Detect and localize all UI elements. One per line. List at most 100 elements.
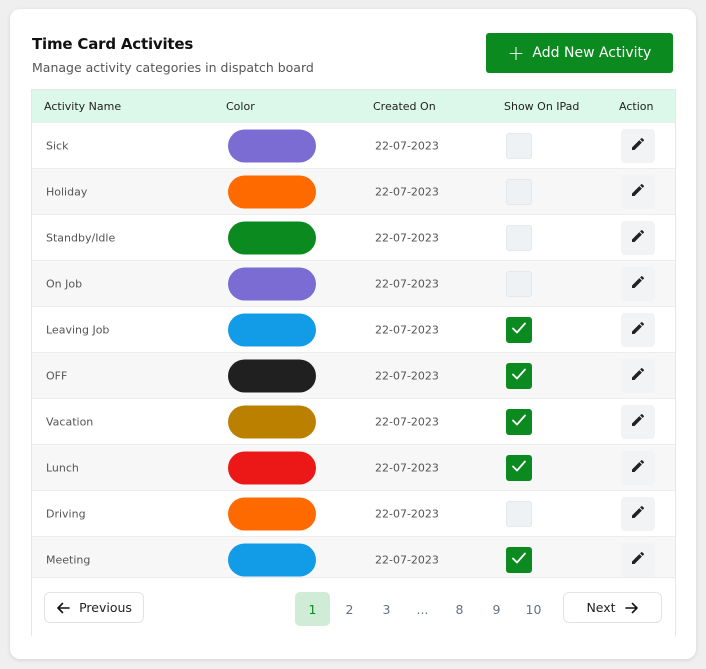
next-button[interactable]: Next	[563, 592, 662, 623]
table-row: Standby/Idle 22-07-2023	[32, 214, 675, 260]
table-header: Activity Name Color Created On Show On I…	[32, 90, 675, 122]
color-swatch	[228, 451, 316, 484]
page-2-button[interactable]: 2	[332, 592, 367, 626]
pencil-icon	[630, 136, 646, 155]
previous-button[interactable]: Previous	[44, 592, 144, 623]
page-1-button[interactable]: 1	[295, 592, 330, 626]
activity-name: On Job	[46, 277, 83, 290]
pencil-icon	[630, 504, 646, 523]
activity-name: Vacation	[46, 415, 94, 428]
color-swatch	[228, 221, 316, 254]
arrow-right-icon	[624, 602, 639, 614]
plus-icon: +	[507, 41, 525, 65]
edit-button[interactable]	[621, 312, 655, 347]
table-row: Lunch 22-07-2023	[32, 444, 675, 490]
created-on: 22-07-2023	[375, 553, 439, 566]
table-row: Sick 22-07-2023	[32, 122, 675, 168]
pencil-icon	[630, 182, 646, 201]
edit-button[interactable]	[621, 174, 655, 209]
color-swatch	[228, 129, 316, 162]
previous-label: Previous	[79, 600, 132, 615]
show-on-ipad-checkbox[interactable]	[506, 132, 532, 159]
pagination: Previous 1 2 3... 8 9 10 Next	[32, 577, 675, 638]
edit-button[interactable]	[621, 450, 655, 485]
color-swatch	[228, 543, 316, 576]
edit-button[interactable]	[621, 220, 655, 255]
edit-button[interactable]	[621, 358, 655, 393]
show-on-ipad-checkbox[interactable]	[506, 316, 532, 343]
created-on: 22-07-2023	[375, 461, 439, 474]
check-icon	[511, 413, 527, 430]
pencil-icon	[630, 412, 646, 431]
activity-name: Sick	[46, 139, 69, 152]
created-on: 22-07-2023	[375, 415, 439, 428]
created-on: 22-07-2023	[375, 185, 439, 198]
edit-button[interactable]	[621, 404, 655, 439]
pagination-ellipsis: ...	[416, 601, 429, 617]
activity-name: Standby/Idle	[46, 231, 116, 244]
column-header-show-on-ipad: Show On IPad	[504, 99, 580, 113]
check-icon	[511, 459, 527, 476]
column-header-action: Action	[619, 99, 654, 113]
color-swatch	[228, 497, 316, 530]
column-header-activity-name: Activity Name	[44, 99, 122, 113]
page-10-button[interactable]: 10	[516, 592, 551, 626]
table-row: OFF 22-07-2023	[32, 352, 675, 398]
activity-name: Leaving Job	[46, 323, 110, 336]
created-on: 22-07-2023	[375, 231, 439, 244]
edit-button[interactable]	[621, 128, 655, 163]
show-on-ipad-checkbox[interactable]	[506, 546, 532, 573]
show-on-ipad-checkbox[interactable]	[506, 224, 532, 251]
show-on-ipad-checkbox[interactable]	[506, 500, 532, 527]
activity-name: Lunch	[46, 461, 79, 474]
table-row: Meeting 22-07-2023	[32, 536, 675, 582]
show-on-ipad-checkbox[interactable]	[506, 178, 532, 205]
edit-button[interactable]	[621, 496, 655, 531]
show-on-ipad-checkbox[interactable]	[506, 454, 532, 481]
table-row: On Job 22-07-2023	[32, 260, 675, 306]
edit-button[interactable]	[621, 542, 655, 577]
pencil-icon	[630, 550, 646, 569]
show-on-ipad-checkbox[interactable]	[506, 408, 532, 435]
created-on: 22-07-2023	[375, 369, 439, 382]
color-swatch	[228, 175, 316, 208]
check-icon	[511, 551, 527, 568]
show-on-ipad-checkbox[interactable]	[506, 270, 532, 297]
activity-name: Meeting	[46, 553, 91, 566]
activity-name: Driving	[46, 507, 86, 520]
created-on: 22-07-2023	[375, 277, 439, 290]
column-header-created-on: Created On	[373, 99, 436, 113]
color-swatch	[228, 405, 316, 438]
check-icon	[511, 321, 527, 338]
pencil-icon	[630, 274, 646, 293]
table-row: Driving 22-07-2023	[32, 490, 675, 536]
add-new-activity-label: Add New Activity	[532, 45, 652, 61]
color-swatch	[228, 267, 316, 300]
page-9-button[interactable]: 9	[479, 592, 514, 626]
color-swatch	[228, 359, 316, 392]
pencil-icon	[630, 458, 646, 477]
created-on: 22-07-2023	[375, 139, 439, 152]
activity-name: OFF	[46, 369, 68, 382]
page-title: Time Card Activites	[32, 35, 194, 53]
pencil-icon	[630, 228, 646, 247]
page-subtitle: Manage activity categories in dispatch b…	[32, 60, 314, 75]
table-row: Vacation 22-07-2023	[32, 398, 675, 444]
table-row: Leaving Job 22-07-2023	[32, 306, 675, 352]
arrow-left-icon	[56, 602, 70, 614]
page-8-button[interactable]: 8	[442, 592, 477, 626]
table-row: Holiday 22-07-2023	[32, 168, 675, 214]
activity-name: Holiday	[46, 185, 88, 198]
page-3-button[interactable]: 3	[369, 592, 404, 626]
time-card-activities-panel: Time Card Activites Manage activity cate…	[10, 9, 696, 659]
column-header-color: Color	[226, 99, 255, 113]
check-icon	[511, 367, 527, 384]
show-on-ipad-checkbox[interactable]	[506, 362, 532, 389]
created-on: 22-07-2023	[375, 507, 439, 520]
edit-button[interactable]	[621, 266, 655, 301]
created-on: 22-07-2023	[375, 323, 439, 336]
pencil-icon	[630, 366, 646, 385]
add-new-activity-button[interactable]: + Add New Activity	[486, 33, 673, 73]
table-body: Sick 22-07-2023 Holiday 22-07-2023 Standby/I…	[32, 122, 675, 582]
activities-table: Activity Name Color Created On Show On I…	[31, 89, 676, 638]
